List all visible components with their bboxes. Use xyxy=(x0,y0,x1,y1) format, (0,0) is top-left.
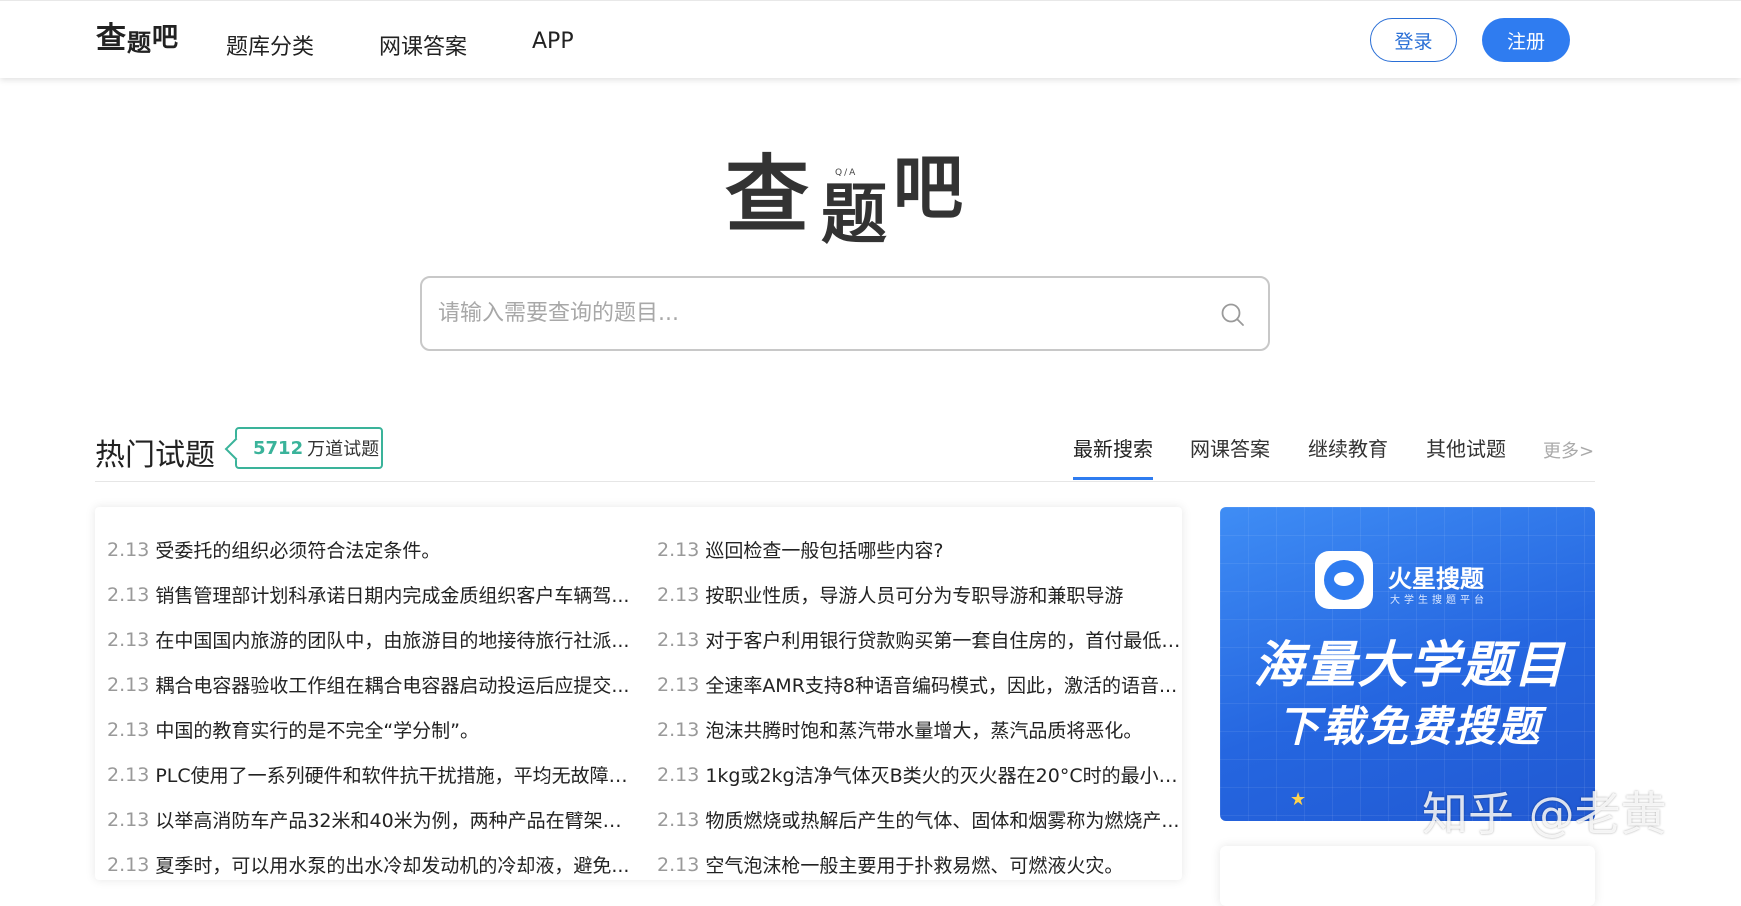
question-date: 2.13 xyxy=(657,583,700,606)
search-icon[interactable] xyxy=(1220,302,1246,328)
tab-latest-search[interactable]: 最新搜索 xyxy=(1073,433,1153,462)
ad-banner[interactable]: 火星搜题 大学生搜题平台 海量大学题目 下载免费搜题 ★ xyxy=(1220,507,1595,821)
question-text[interactable]: 以举高消防车产品32米和40米为例，两种产品在臂架和... xyxy=(155,806,637,833)
hot-questions-title: 热门试题 xyxy=(95,438,215,473)
question-date: 2.13 xyxy=(107,673,150,696)
question-date: 2.13 xyxy=(657,673,700,696)
question-row[interactable]: 2.13 受委托的组织必须符合法定条件。 xyxy=(107,527,637,572)
question-row[interactable]: 2.13 1kg或2kg洁净气体灭B类火的灭火器在20°C时的最小有... xyxy=(657,752,1182,797)
question-row[interactable]: 2.13 空气泡沫枪一般主要用于扑救易燃、可燃液火灾。 xyxy=(657,842,1182,880)
hero-logo: 查 Q/A 题 吧 xyxy=(725,150,975,250)
question-row[interactable]: 2.13 在中国国内旅游的团队中，由旅游目的地接待旅行社派... xyxy=(107,617,637,662)
star-icon: ★ xyxy=(1290,789,1307,810)
logo-char-2: 题 xyxy=(127,29,151,57)
question-row[interactable]: 2.13 销售管理部计划科承诺日期内完成金质组织客户车辆驾... xyxy=(107,572,637,617)
question-text[interactable]: 中国的教育实行的是不完全“学分制”。 xyxy=(155,716,479,743)
search-box xyxy=(420,276,1270,351)
question-row[interactable]: 2.13 巡回检查一般包括哪些内容? xyxy=(657,527,1182,572)
question-row[interactable]: 2.13 按职业性质，导游人员可分为专职导游和兼职导游 xyxy=(657,572,1182,617)
question-text[interactable]: 巡回检查一般包括哪些内容? xyxy=(705,536,943,563)
nav-question-bank[interactable]: 题库分类 xyxy=(226,29,314,61)
question-date: 2.13 xyxy=(657,628,700,651)
login-button[interactable]: 登录 xyxy=(1370,18,1457,62)
ad-app-name: 火星搜题 xyxy=(1388,565,1484,593)
top-nav-bar: 查 题 吧 题库分类 网课答案 APP 登录 注册 xyxy=(0,0,1741,78)
register-button[interactable]: 注册 xyxy=(1482,18,1570,62)
question-date: 2.13 xyxy=(107,808,150,831)
question-row[interactable]: 2.13 中国的教育实行的是不完全“学分制”。 xyxy=(107,707,637,752)
tab-other-questions[interactable]: 其他试题 xyxy=(1426,433,1506,462)
question-row[interactable]: 2.13 全速率AMR支持8种语音编码模式，因此，激活的语音... xyxy=(657,662,1182,707)
question-date: 2.13 xyxy=(107,763,150,786)
question-count-suffix: 万道试题 xyxy=(307,439,380,460)
question-date: 2.13 xyxy=(107,628,150,651)
secondary-card xyxy=(1220,846,1595,906)
question-date: 2.13 xyxy=(657,853,700,876)
question-text[interactable]: 对于客户利用银行贷款购买第一套自住房的，首付最低2... xyxy=(705,626,1182,653)
question-column-right: 2.13 巡回检查一般包括哪些内容? 2.13 按职业性质，导游人员可分为专职导游和兼… xyxy=(657,527,1182,880)
question-count-badge: 5712 万道试题 xyxy=(235,427,383,469)
logo-char-3: 吧 xyxy=(152,23,179,53)
search-input[interactable] xyxy=(438,278,1218,349)
question-text[interactable]: 耦合电容器验收工作组在耦合电容器启动投运后应提交... xyxy=(155,671,629,698)
question-date: 2.13 xyxy=(657,763,700,786)
hero-logo-char-2: 题 xyxy=(821,176,887,253)
ad-app-subtitle: 大学生搜题平台 xyxy=(1390,595,1488,606)
question-text[interactable]: 受委托的组织必须符合法定条件。 xyxy=(155,536,440,563)
nav-online-course-answers[interactable]: 网课答案 xyxy=(379,29,467,61)
question-date: 2.13 xyxy=(107,583,150,606)
question-text[interactable]: 物质燃烧或热解后产生的气体、固体和烟雾称为燃烧产... xyxy=(705,806,1179,833)
question-text[interactable]: 夏季时，可以用水泵的出水冷却发动机的冷却液，避免... xyxy=(155,851,629,878)
hero-logo-char-3: 吧 xyxy=(893,147,963,229)
question-count-number: 5712 xyxy=(253,437,304,459)
question-row[interactable]: 2.13 耦合电容器验收工作组在耦合电容器启动投运后应提交... xyxy=(107,662,637,707)
tab-online-course-answers[interactable]: 网课答案 xyxy=(1190,433,1270,462)
question-row[interactable]: 2.13 物质燃烧或热解后产生的气体、固体和烟雾称为燃烧产... xyxy=(657,797,1182,842)
question-date: 2.13 xyxy=(657,808,700,831)
question-text[interactable]: 泡沫共腾时饱和蒸汽带水量增大，蒸汽品质将恶化。 xyxy=(705,716,1142,743)
section-divider xyxy=(95,481,1595,482)
question-row[interactable]: 2.13 以举高消防车产品32米和40米为例，两种产品在臂架和... xyxy=(107,797,637,842)
watermark: 知乎 @老黄 xyxy=(1422,787,1667,841)
question-row[interactable]: 2.13 PLC使用了一系列硬件和软件抗干扰措施，平均无故障时... xyxy=(107,752,637,797)
question-text[interactable]: PLC使用了一系列硬件和软件抗干扰措施，平均无故障时... xyxy=(155,761,637,788)
question-date: 2.13 xyxy=(657,718,700,741)
question-date: 2.13 xyxy=(107,538,150,561)
active-tab-indicator xyxy=(1073,477,1153,480)
tab-continuing-education[interactable]: 继续教育 xyxy=(1308,433,1388,462)
more-link[interactable]: 更多> xyxy=(1543,437,1594,463)
question-row[interactable]: 2.13 对于客户利用银行贷款购买第一套自住房的，首付最低2... xyxy=(657,617,1182,662)
site-logo[interactable]: 查 题 吧 xyxy=(96,21,178,57)
hero-logo-char-1: 查 xyxy=(725,146,810,244)
question-text[interactable]: 按职业性质，导游人员可分为专职导游和兼职导游 xyxy=(705,581,1123,608)
app-logo-icon xyxy=(1315,551,1373,609)
question-column-left: 2.13 受委托的组织必须符合法定条件。 2.13 销售管理部计划科承诺日期内完成金质… xyxy=(107,527,637,880)
question-text[interactable]: 1kg或2kg洁净气体灭B类火的灭火器在20°C时的最小有... xyxy=(705,761,1182,788)
ad-headline-2: 下载免费搜题 xyxy=(1277,702,1542,751)
question-date: 2.13 xyxy=(107,853,150,876)
logo-char-1: 查 xyxy=(96,21,126,56)
question-text[interactable]: 销售管理部计划科承诺日期内完成金质组织客户车辆驾... xyxy=(155,581,629,608)
ad-headline-1: 海量大学题目 xyxy=(1253,636,1566,694)
question-text[interactable]: 全速率AMR支持8种语音编码模式，因此，激活的语音... xyxy=(705,671,1177,698)
question-list-card: 2.13 受委托的组织必须符合法定条件。 2.13 销售管理部计划科承诺日期内完成金质… xyxy=(95,507,1182,880)
question-text[interactable]: 在中国国内旅游的团队中，由旅游目的地接待旅行社派... xyxy=(155,626,629,653)
question-text[interactable]: 空气泡沫枪一般主要用于扑救易燃、可燃液火灾。 xyxy=(705,851,1123,878)
question-row[interactable]: 2.13 夏季时，可以用水泵的出水冷却发动机的冷却液，避免... xyxy=(107,842,637,880)
nav-app[interactable]: APP xyxy=(532,29,574,54)
question-date: 2.13 xyxy=(107,718,150,741)
question-row[interactable]: 2.13 泡沫共腾时饱和蒸汽带水量增大，蒸汽品质将恶化。 xyxy=(657,707,1182,752)
question-date: 2.13 xyxy=(657,538,700,561)
